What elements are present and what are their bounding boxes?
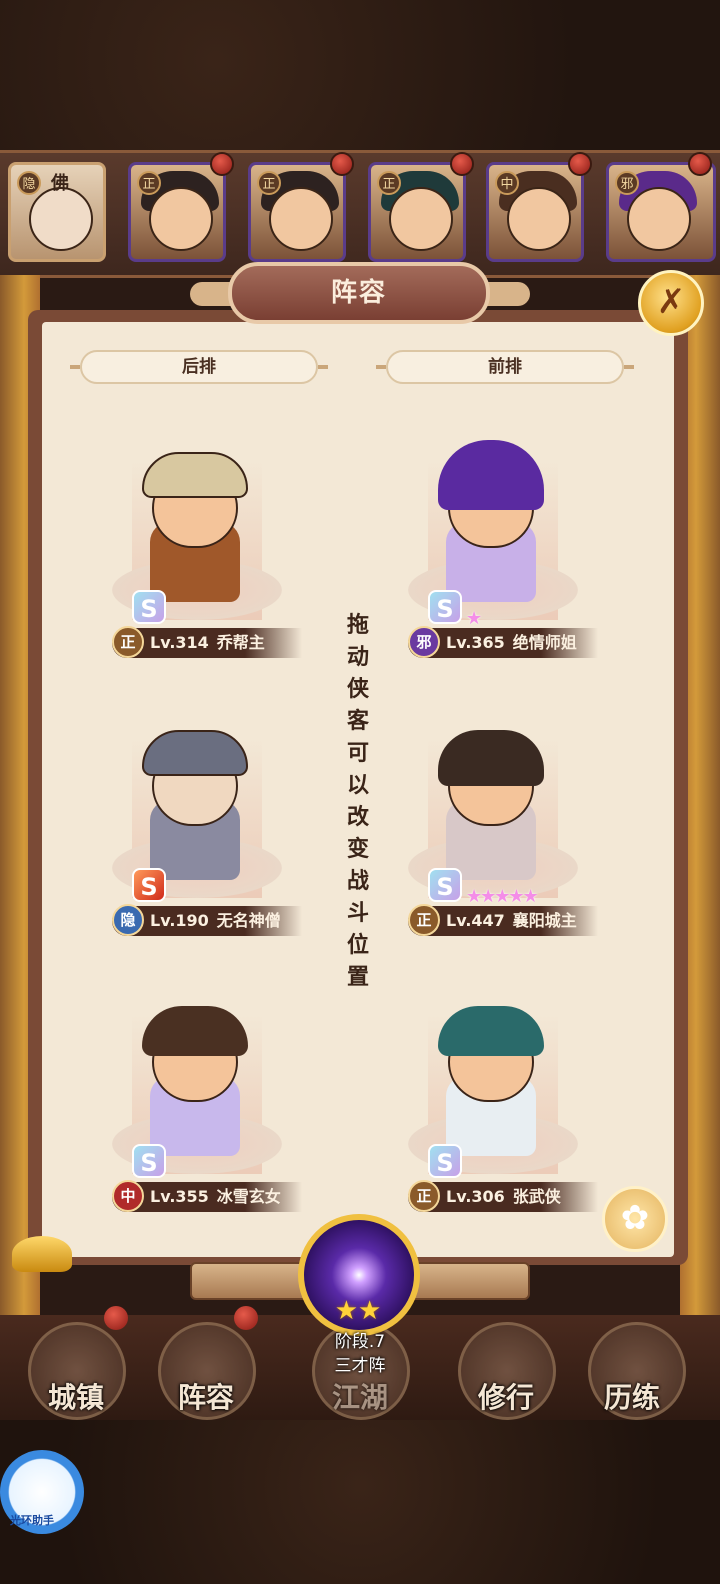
character-name: 张武侠: [512, 1187, 561, 1206]
rank-s-badge: S: [132, 590, 166, 624]
faction-badge: 邪: [408, 626, 440, 658]
rank-s-badge: S: [428, 590, 462, 624]
formation-stage: 阶段.7: [334, 1332, 386, 1352]
hero-slot-6[interactable]: 邪: [606, 162, 716, 262]
star-rating: ★: [466, 608, 482, 629]
character-hair: [142, 1006, 248, 1056]
character-name: 襄阳城主: [512, 911, 577, 930]
hero-slot-1[interactable]: 隐 佛: [8, 162, 106, 262]
faction-tag: 邪: [615, 171, 639, 195]
nav-cultivation-label: 修行: [477, 1381, 534, 1414]
character-slot-wuming[interactable]: S 隐 Lv.190 无名神僧: [72, 718, 312, 958]
faction-badge: 正: [408, 1180, 440, 1212]
assistant-label: 光环助手: [10, 1514, 54, 1527]
faction-badge: 正: [112, 626, 144, 658]
hero-portrait: [269, 187, 333, 251]
nav-town-label: 城镇: [47, 1381, 104, 1414]
hero-slot-2[interactable]: 正: [128, 162, 226, 262]
hero-slot-4[interactable]: 正: [368, 162, 466, 262]
close-button[interactable]: ✗: [638, 270, 704, 336]
character-hat: [142, 730, 248, 776]
nav-jianghu-label: 江湖: [331, 1381, 388, 1414]
notification-dot: [688, 152, 712, 176]
character-label: Lv.365 绝情师姐: [446, 628, 577, 658]
formation-info: 阶段.7 三才阵: [290, 1330, 430, 1378]
rank-s-badge: S: [132, 1144, 166, 1178]
character-slot-xiangyang[interactable]: S ★★★★★ 正 Lv.447 襄阳城主: [368, 718, 608, 958]
rank-s-badge: S: [132, 868, 166, 902]
character-label: Lv.190 无名神僧: [150, 906, 281, 936]
faction-tag: 中: [495, 171, 519, 195]
character-hair: [438, 440, 544, 510]
character-slot-bingxue[interactable]: S 中 Lv.355 冰雪玄女: [72, 994, 312, 1234]
hero-portrait: [507, 187, 571, 251]
character-name: 绝情师姐: [512, 633, 577, 652]
rank-s-badge: S: [428, 1144, 462, 1178]
notification-dot: [234, 1306, 258, 1330]
character-slot-jueqing[interactable]: S ★ 邪 Lv.365 绝情师姐: [368, 440, 608, 680]
notification-dot: [568, 152, 592, 176]
character-label: Lv.447 襄阳城主: [446, 906, 577, 936]
close-icon: ✗: [656, 282, 686, 322]
hero-slot-label: 佛: [51, 173, 69, 194]
character-slot-qiao[interactable]: S 正 Lv.314 乔帮主: [72, 440, 312, 680]
character-label: Lv.355 冰雪玄女: [150, 1182, 281, 1212]
top-background: [0, 0, 720, 150]
hero-portrait: [389, 187, 453, 251]
faction-badge: 中: [112, 1180, 144, 1212]
character-slot-zhangwuxia[interactable]: S 正 Lv.306 张武侠: [368, 994, 608, 1234]
formation-name: 三才阵: [334, 1356, 386, 1376]
character-hair: [438, 730, 544, 786]
notification-dot: [210, 152, 234, 176]
panel-title: 阵容: [330, 278, 387, 308]
character-hair: [438, 1006, 544, 1056]
character-name: 无名神僧: [216, 911, 281, 930]
front-row-header: 前排: [376, 350, 634, 384]
character-level: Lv.365: [446, 633, 505, 652]
character-level: Lv.355: [150, 1187, 209, 1206]
formation-settings-button[interactable]: ✿: [602, 1186, 668, 1252]
character-label: Lv.306 张武侠: [446, 1182, 561, 1212]
hero-slot-5[interactable]: 中: [486, 162, 584, 262]
hero-portrait: [149, 187, 213, 251]
hero-slot-3[interactable]: 正: [248, 162, 346, 262]
nav-training-label: 历练: [603, 1381, 660, 1414]
faction-badge: 隐: [112, 904, 144, 936]
faction-badge: 正: [408, 904, 440, 936]
notification-dot: [450, 152, 474, 176]
hero-portrait: [29, 187, 93, 251]
character-level: Lv.190: [150, 911, 209, 930]
faction-tag: 隐: [17, 171, 41, 195]
formation-star-rating: ★★: [334, 1296, 382, 1326]
character-hat: [142, 452, 248, 498]
hero-portrait: [627, 187, 691, 251]
faction-tag: 正: [137, 171, 161, 195]
notification-dot: [104, 1306, 128, 1330]
back-row-header: 后排: [70, 350, 328, 384]
flower-icon: ✿: [620, 1198, 650, 1238]
faction-tag: 正: [257, 171, 281, 195]
star-rating: ★★★★★: [466, 886, 539, 907]
drag-hint-text: 拖动侠客可以改变战斗位置: [346, 613, 369, 990]
character-name: 冰雪玄女: [216, 1187, 281, 1206]
faction-tag: 正: [377, 171, 401, 195]
character-label: Lv.314 乔帮主: [150, 628, 265, 658]
nav-formation-label: 阵容: [177, 1381, 234, 1414]
character-level: Lv.447: [446, 911, 505, 930]
character-level: Lv.306: [446, 1187, 505, 1206]
character-name: 乔帮主: [216, 633, 265, 652]
notification-dot: [330, 152, 354, 176]
character-level: Lv.314: [150, 633, 209, 652]
bottom-background: [0, 1420, 720, 1584]
rank-s-badge: S: [428, 868, 462, 902]
gold-ingot-icon: [12, 1236, 72, 1272]
